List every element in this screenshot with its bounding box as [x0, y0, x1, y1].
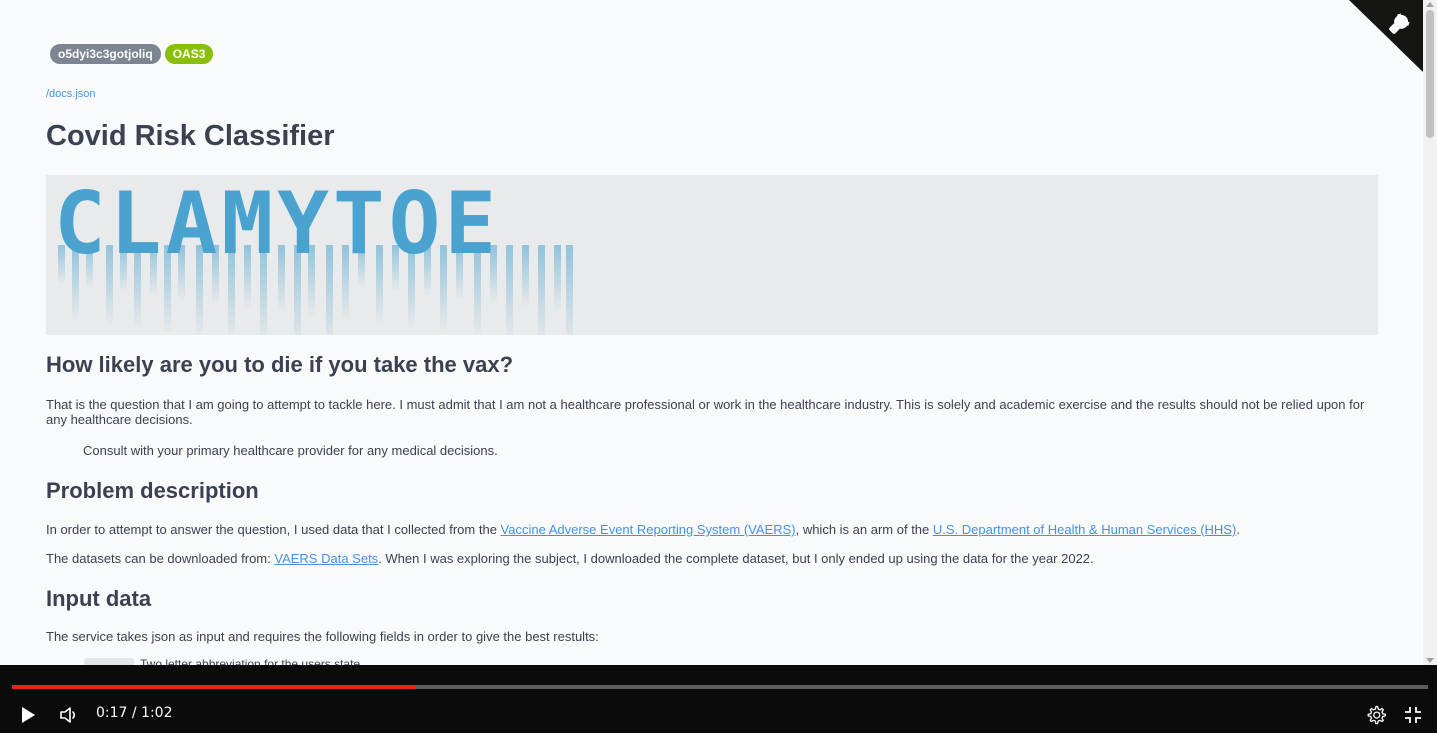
progress-bar[interactable] — [12, 685, 1428, 689]
section-heading-input: Input data — [46, 586, 152, 611]
banner-logo: CLAMYTOE — [54, 175, 573, 335]
oas-badge: OAS3 — [164, 44, 214, 64]
problem-text-4: The datasets can be downloaded from: — [46, 551, 275, 566]
gear-icon — [1367, 705, 1386, 725]
time-display: 0:17 / 1:02 — [96, 705, 173, 721]
scroll-up-arrow[interactable] — [1426, 2, 1434, 7]
scroll-down-arrow[interactable] — [1426, 658, 1434, 663]
input-list-item: Two letter abbreviation for the users st… — [84, 657, 360, 665]
section-heading-problem: Problem description — [46, 478, 259, 503]
vaers-datasets-link[interactable]: VAERS Data Sets — [274, 551, 378, 566]
field-code-chip — [84, 657, 134, 665]
banner-drip — [522, 245, 529, 308]
problem-text-1: In order to attempt to answer the questi… — [46, 522, 501, 537]
docs-json-link[interactable]: /docs.json — [46, 88, 96, 100]
vertical-scrollbar[interactable] — [1423, 0, 1437, 665]
play-button[interactable] — [16, 703, 40, 727]
scrollbar-thumb[interactable] — [1426, 10, 1434, 138]
volume-button[interactable] — [58, 703, 82, 727]
settings-button[interactable] — [1364, 703, 1388, 727]
banner-drip — [566, 245, 573, 335]
volume-icon — [60, 707, 76, 723]
input-paragraph: The service takes json as input and requ… — [46, 629, 599, 644]
video-player-controls: 0:17 / 1:02 — [0, 665, 1437, 733]
likely-paragraph: That is the question that I am going to … — [46, 397, 1365, 427]
version-badge: o5dyi3c3gotjoliq — [50, 44, 161, 64]
vaers-link[interactable]: Vaccine Adverse Event Reporting System (… — [501, 522, 796, 537]
problem-paragraph-2: The datasets can be downloaded from: VAE… — [46, 551, 1094, 566]
exit-fullscreen-button[interactable] — [1401, 703, 1425, 727]
github-octocat-icon — [1349, 0, 1423, 72]
play-icon — [22, 707, 35, 723]
browser-viewport: o5dyi3c3gotjoliq OAS3 /docs.json Covid R… — [0, 0, 1437, 665]
exit-fullscreen-icon — [1405, 707, 1421, 723]
banner-drip — [506, 245, 513, 335]
page-title: Covid Risk Classifier — [46, 120, 335, 152]
banner-image: CLAMYTOE — [46, 175, 1378, 335]
progress-played — [12, 685, 416, 689]
input-list-item-text: Two letter abbreviation for the users st… — [140, 657, 361, 665]
badge-row: o5dyi3c3gotjoliq OAS3 — [50, 44, 214, 64]
hhs-link[interactable]: U.S. Department of Health & Human Servic… — [933, 522, 1236, 537]
problem-paragraph-1: In order to attempt to answer the questi… — [46, 522, 1240, 537]
github-corner-link[interactable] — [1349, 0, 1423, 72]
problem-text-2: , which is an arm of the — [795, 522, 933, 537]
problem-text-5: . When I was exploring the subject, I do… — [378, 551, 1094, 566]
banner-drip — [554, 245, 561, 312]
banner-drip — [538, 245, 545, 335]
problem-text-3: . — [1236, 522, 1240, 537]
section-heading-likely: How likely are you to die if you take th… — [46, 352, 514, 377]
likely-quote: Consult with your primary healthcare pro… — [83, 443, 498, 458]
banner-logo-text: CLAMYTOE — [54, 175, 500, 274]
